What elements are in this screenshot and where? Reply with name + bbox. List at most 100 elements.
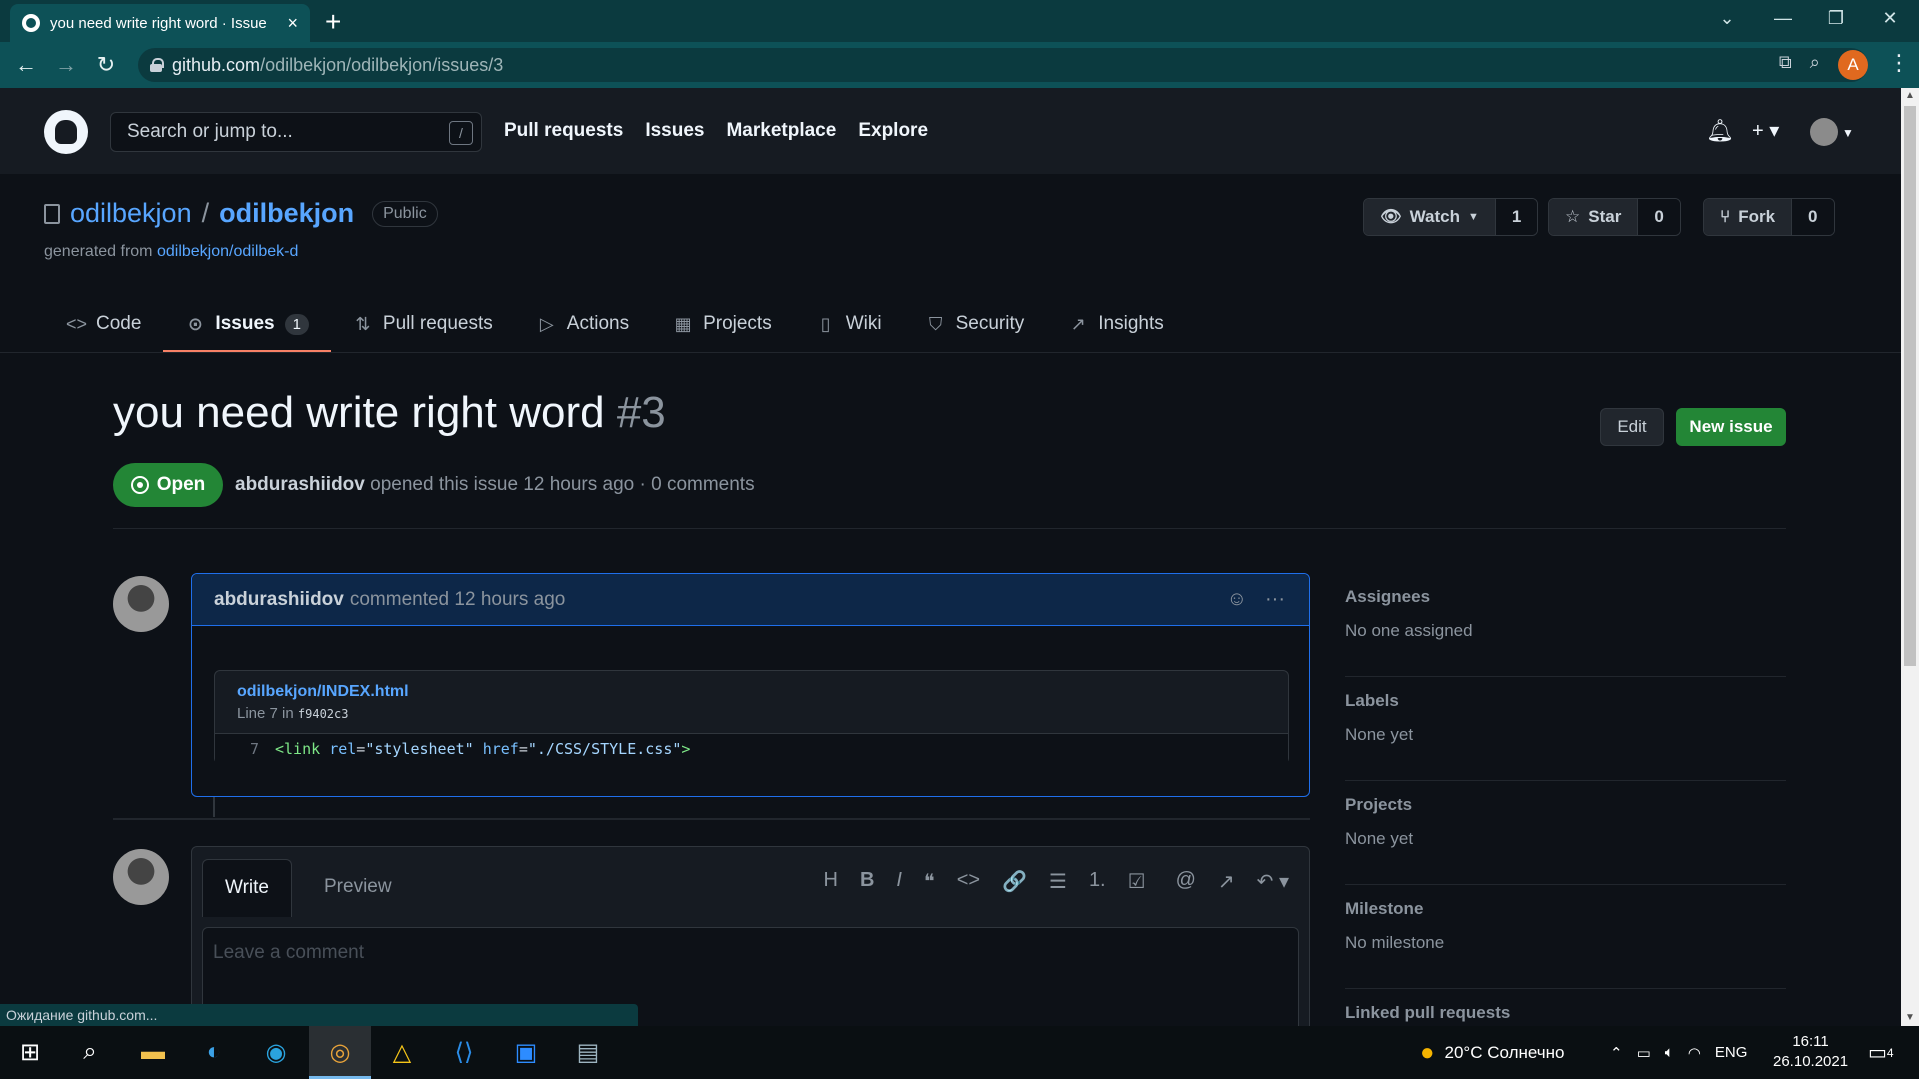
edit-button[interactable]: Edit: [1600, 408, 1664, 446]
new-issue-button[interactable]: New issue: [1676, 408, 1786, 446]
tray-chevron-icon[interactable]: ⌃: [1610, 1044, 1623, 1062]
italic-icon[interactable]: I: [896, 869, 902, 894]
taskbar-clock[interactable]: 16:11 26.10.2021: [1773, 1032, 1848, 1072]
cross-reference-icon[interactable]: ↗: [1218, 869, 1235, 894]
reload-icon[interactable]: ↻: [92, 51, 120, 79]
notifications-bell-icon[interactable]: 🔔︎: [1706, 118, 1734, 144]
commit-sha[interactable]: f9402c3: [298, 707, 349, 721]
heading-icon[interactable]: H: [824, 869, 838, 894]
comment-author-avatar[interactable]: [113, 576, 169, 632]
notification-count: 4: [1886, 1045, 1894, 1060]
nav-explore[interactable]: Explore: [858, 120, 928, 142]
code-icon: <>: [66, 313, 88, 334]
tab-close-icon[interactable]: ×: [287, 13, 298, 34]
fork-count[interactable]: 0: [1792, 199, 1834, 235]
network-app-icon[interactable]: ▤: [570, 1034, 606, 1070]
scrollbar-thumb[interactable]: [1904, 106, 1916, 666]
page-scrollbar[interactable]: ▲ ▼: [1901, 88, 1919, 1026]
more-options-icon[interactable]: ···: [1265, 588, 1285, 611]
milestone-title[interactable]: Milestone: [1345, 899, 1786, 919]
watch-count[interactable]: 1: [1495, 199, 1538, 235]
user-avatar[interactable]: [1810, 118, 1838, 146]
translate-icon[interactable]: ⧉: [1779, 52, 1792, 73]
task-list-icon[interactable]: ☑: [1128, 869, 1146, 894]
wifi-icon[interactable]: ◠: [1688, 1044, 1701, 1062]
vscode-icon[interactable]: ⟨⟩: [446, 1034, 482, 1070]
app-triangle-icon[interactable]: △: [384, 1034, 420, 1070]
tab-code[interactable]: <> Code: [44, 298, 163, 350]
star-button[interactable]: ☆ Star: [1549, 199, 1639, 235]
watch-button[interactable]: 👁︎ Watch ▼: [1364, 199, 1496, 235]
new-tab-button[interactable]: +: [325, 6, 341, 38]
tab-preview[interactable]: Preview: [302, 859, 414, 917]
tab-actions[interactable]: ▷ Actions: [515, 298, 651, 350]
mention-icon[interactable]: @: [1176, 869, 1196, 894]
bold-icon[interactable]: B: [860, 869, 874, 894]
tab-wiki[interactable]: ▯ Wiki: [794, 298, 904, 350]
bulleted-list-icon[interactable]: ☰: [1049, 869, 1067, 894]
browser-menu-icon[interactable]: ⋮: [1888, 50, 1910, 76]
browser-tab[interactable]: you need write right word · Issue ×: [10, 4, 310, 42]
battery-icon[interactable]: ▭: [1637, 1044, 1651, 1062]
back-icon[interactable]: ←: [12, 51, 40, 79]
emoji-reaction-icon[interactable]: ☺: [1227, 588, 1247, 611]
notification-center-icon[interactable]: ▭ 4: [1868, 1026, 1894, 1079]
file-explorer-icon[interactable]: ▬: [135, 1034, 171, 1070]
fork-button[interactable]: ⑂ Fork: [1704, 199, 1793, 235]
labels-title[interactable]: Labels: [1345, 691, 1786, 711]
permalink-file-link[interactable]: odilbekjon/INDEX.html: [237, 683, 409, 701]
windows-start-icon[interactable]: ⊞: [12, 1034, 48, 1070]
github-logo-icon[interactable]: [44, 110, 88, 154]
chrome-icon[interactable]: ◎: [322, 1034, 358, 1070]
repo-name-link[interactable]: odilbekjon: [219, 198, 354, 229]
telegram-icon[interactable]: ◉: [258, 1034, 294, 1070]
star-icon: ☆: [1565, 207, 1581, 226]
zoom-app-icon[interactable]: ▣: [508, 1034, 544, 1070]
star-count[interactable]: 0: [1638, 199, 1680, 235]
tab-pull-requests[interactable]: ⇅ Pull requests: [331, 298, 515, 350]
link-icon[interactable]: 🔗: [1002, 869, 1027, 894]
issue-author-link[interactable]: abdurashiidov: [235, 474, 365, 495]
weather-widget[interactable]: ● 20°C Солнечно: [1420, 1026, 1564, 1079]
nav-issues[interactable]: Issues: [645, 120, 704, 142]
profile-avatar[interactable]: A: [1838, 50, 1868, 80]
scroll-down-icon[interactable]: ▼: [1901, 1010, 1919, 1026]
shield-icon: ⛉: [928, 313, 943, 334]
zoom-icon[interactable]: ⌕: [1810, 52, 1820, 73]
projects-value: None yet: [1345, 829, 1414, 848]
nav-pull-requests[interactable]: Pull requests: [504, 120, 623, 142]
numbered-list-icon[interactable]: 1.: [1089, 869, 1106, 894]
repo-owner-link[interactable]: odilbekjon: [70, 198, 192, 229]
address-bar[interactable]: github.com/odilbekjon/odilbekjon/issues/…: [138, 48, 1868, 82]
github-header: Search or jump to... / Pull requests Iss…: [0, 88, 1901, 174]
volume-icon[interactable]: 🔈︎: [1665, 1044, 1674, 1061]
sidebar-linked-prs: Linked pull requests: [1345, 989, 1786, 1026]
code-icon[interactable]: <>: [957, 869, 980, 894]
comment-time[interactable]: commented 12 hours ago: [350, 589, 565, 611]
edge-icon[interactable]: ◐: [196, 1034, 232, 1070]
close-window-icon[interactable]: ✕: [1862, 0, 1918, 36]
assignees-title[interactable]: Assignees: [1345, 587, 1786, 607]
search-input[interactable]: Search or jump to... /: [110, 112, 482, 152]
template-repo-link[interactable]: odilbekjon/odilbek-d: [157, 243, 298, 260]
create-new-menu[interactable]: + ▾: [1752, 118, 1779, 143]
tab-issues[interactable]: ⊙ Issues 1: [163, 298, 331, 352]
tab-write[interactable]: Write: [202, 859, 292, 917]
scroll-up-icon[interactable]: ▲: [1901, 88, 1919, 104]
taskbar-search-icon[interactable]: ⌕: [72, 1034, 108, 1070]
language-indicator[interactable]: ENG: [1715, 1044, 1748, 1061]
minimize-icon[interactable]: —: [1755, 0, 1811, 36]
saved-replies-icon[interactable]: ↶ ▾: [1257, 869, 1289, 894]
tab-insights[interactable]: ↗ Insights: [1046, 298, 1185, 350]
tab-search-icon[interactable]: ⌄: [1699, 0, 1755, 36]
user-menu-caret-icon[interactable]: ▼: [1842, 126, 1854, 140]
nav-marketplace[interactable]: Marketplace: [726, 120, 836, 142]
forward-icon[interactable]: →: [52, 51, 80, 79]
tab-security[interactable]: ⛉ Security: [904, 298, 1047, 350]
comment-author-link[interactable]: abdurashiidov: [214, 589, 344, 611]
projects-title[interactable]: Projects: [1345, 795, 1786, 815]
tab-projects[interactable]: ▦ Projects: [651, 298, 794, 350]
quote-icon[interactable]: ❝: [924, 869, 935, 894]
restore-icon[interactable]: ❐: [1808, 0, 1864, 36]
weather-text: 20°C Солнечно: [1444, 1042, 1565, 1062]
